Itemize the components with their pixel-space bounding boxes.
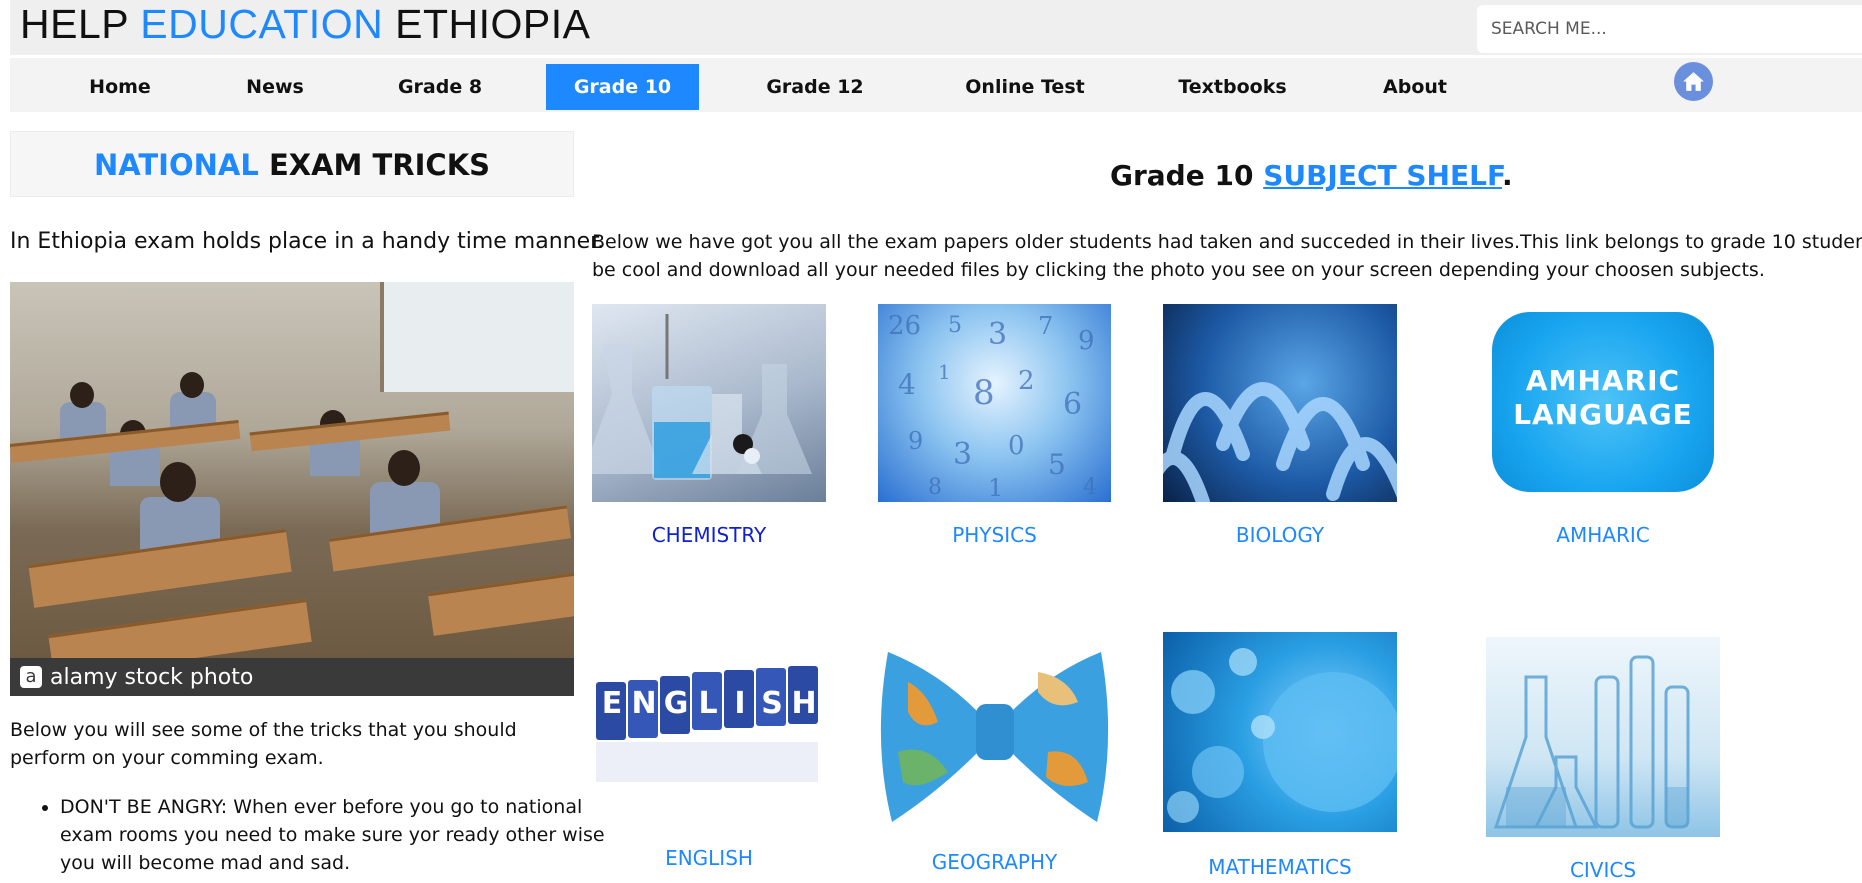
subject-link-amharic[interactable]: AMHARIC	[1486, 523, 1720, 547]
amharic-thumbnail[interactable]: AMHARIC LANGUAGE	[1486, 304, 1720, 502]
svg-text:8: 8	[973, 373, 995, 413]
shelf-description-line-1: Below we have got you all the exam paper…	[592, 231, 1862, 253]
svg-text:5: 5	[948, 313, 962, 338]
exam-tricks-heading-blue: NATIONAL	[93, 148, 259, 182]
nav-item-textbooks[interactable]: Textbooks	[1160, 64, 1305, 110]
svg-text:8: 8	[928, 475, 942, 500]
shelf-description-line-2: be cool and download all your needed fil…	[592, 259, 1765, 281]
student-head	[388, 450, 420, 486]
shelf-description: Below we have got you all the exam paper…	[592, 228, 1862, 284]
svg-text:0: 0	[1008, 431, 1025, 461]
nav-item-home[interactable]: Home	[65, 64, 175, 110]
english-block-letter: N	[631, 686, 657, 721]
subject-shelf-heading-suffix: .	[1501, 159, 1513, 192]
subject-link-chemistry[interactable]: CHEMISTRY	[592, 523, 826, 547]
svg-text:26: 26	[888, 311, 921, 341]
chemistry-thumbnail[interactable]	[592, 304, 826, 502]
exam-room-photo: a alamy stock photo	[10, 282, 574, 696]
amharic-image-text: AMHARIC LANGUAGE	[1486, 364, 1720, 432]
logo-part-help: HELP	[20, 1, 129, 47]
biology-thumbnail[interactable]	[1163, 304, 1397, 502]
amharic-image-text-line-1: AMHARIC	[1525, 364, 1681, 397]
geography-thumbnail[interactable]	[878, 632, 1111, 830]
subject-shelf-heading-prefix: Grade 10	[1110, 159, 1254, 192]
student-head	[70, 382, 94, 408]
svg-text:3: 3	[953, 437, 972, 472]
geography-bowtie-image	[880, 652, 1109, 822]
svg-text:5: 5	[1048, 448, 1066, 481]
desk	[427, 571, 574, 636]
subject-link-physics[interactable]: PHYSICS	[878, 523, 1111, 547]
nav-item-about[interactable]: About	[1360, 64, 1470, 110]
tricks-list: DON'T BE ANGRY: When ever before you go …	[10, 793, 624, 877]
civics-thumbnail[interactable]	[1486, 637, 1720, 837]
tricks-intro-text: Below you will see some of the tricks th…	[10, 719, 517, 769]
nav-item-online-test[interactable]: Online Test	[945, 64, 1105, 110]
biology-dna-image	[1163, 382, 1397, 502]
student-head	[160, 462, 196, 502]
english-block-letter: S	[761, 686, 783, 721]
main-nav: Home News Grade 8 Grade 10 Grade 12 Onli…	[10, 58, 1862, 112]
subject-shelf-heading: Grade 10 SUBJECT SHELF.	[1110, 159, 1513, 192]
physics-thumbnail[interactable]: 26 5 3 7 9 4 1 8 2 6 9 3 0 5 8 1 4	[878, 304, 1111, 502]
home-icon	[1683, 72, 1704, 91]
svg-text:4: 4	[898, 368, 916, 401]
english-block-letter: I	[734, 686, 746, 721]
chemistry-glassware-image	[592, 314, 812, 480]
logo-part-education: EDUCATION	[140, 1, 384, 47]
nav-item-grade-10[interactable]: Grade 10	[546, 64, 699, 110]
nav-item-grade-12[interactable]: Grade 12	[750, 64, 880, 110]
subject-link-english[interactable]: ENGLISH	[592, 846, 826, 870]
mathematics-thumbnail[interactable]	[1163, 632, 1397, 832]
home-button[interactable]	[1674, 62, 1713, 101]
student-head	[180, 372, 204, 398]
classroom-window	[380, 282, 574, 392]
svg-text:2: 2	[1018, 366, 1035, 396]
english-block-letter: E	[601, 686, 623, 721]
exam-tricks-heading: NATIONAL EXAM TRICKS	[10, 131, 574, 197]
english-block-letter: L	[698, 686, 718, 721]
subject-link-geography[interactable]: GEOGRAPHY	[878, 850, 1111, 874]
svg-text:6: 6	[1063, 387, 1082, 422]
civics-glassware-image	[1493, 655, 1690, 829]
desk	[328, 505, 572, 572]
amharic-image-text-line-2: LANGUAGE	[1513, 398, 1693, 431]
photo-watermark: alamy stock photo	[50, 665, 254, 690]
svg-text:3: 3	[988, 317, 1007, 352]
nav-item-grade-8[interactable]: Grade 8	[380, 64, 500, 110]
svg-text:1: 1	[938, 360, 951, 384]
english-block-letters: E N G L I S H	[596, 686, 822, 736]
subject-link-civics[interactable]: CIVICS	[1486, 858, 1720, 882]
svg-text:7: 7	[1038, 312, 1053, 340]
subject-link-mathematics[interactable]: MATHEMATICS	[1163, 855, 1397, 879]
svg-text:4: 4	[1083, 475, 1097, 500]
site-logo[interactable]: HELP EDUCATION ETHIOPIA	[20, 0, 590, 48]
subject-link-biology[interactable]: BIOLOGY	[1163, 523, 1397, 547]
physics-numbers-image: 26 5 3 7 9 4 1 8 2 6 9 3 0 5 8 1 4	[888, 311, 1097, 502]
subject-shelf-link[interactable]: SUBJECT SHELF	[1263, 159, 1502, 192]
svg-text:9: 9	[1078, 326, 1095, 356]
exam-tricks-heading-rest: EXAM TRICKS	[268, 148, 491, 182]
svg-text:1: 1	[988, 474, 1003, 502]
search-input[interactable]	[1477, 5, 1862, 53]
mathematics-spheres-image	[1167, 648, 1397, 823]
intro-text: In Ethiopia exam holds place in a handy …	[10, 229, 605, 254]
logo-part-ethiopia: ETHIOPIA	[395, 1, 591, 47]
english-thumbnail[interactable]: E N G L I S H	[592, 632, 826, 830]
english-block-letter: G	[663, 686, 689, 721]
nav-item-news[interactable]: News	[225, 64, 325, 110]
list-item: DON'T BE ANGRY: When ever before you go …	[60, 793, 624, 877]
english-block-letter: H	[791, 686, 817, 721]
svg-text:9: 9	[908, 427, 923, 455]
alamy-logo-icon: a	[20, 666, 42, 688]
